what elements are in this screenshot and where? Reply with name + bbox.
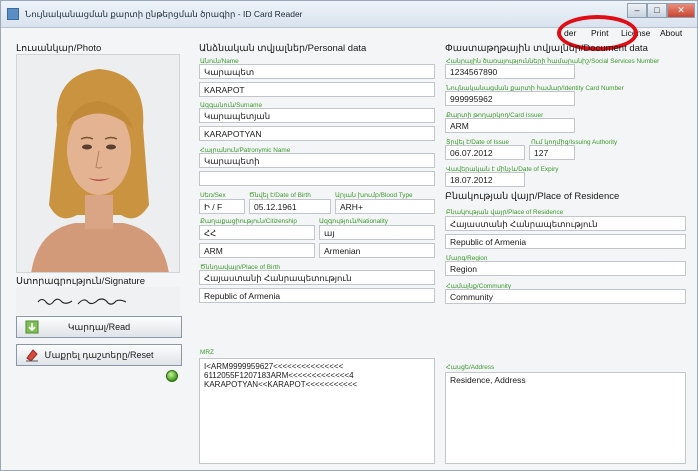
pob-lat-field[interactable]: Republic of Armenia [199, 288, 435, 303]
reset-button[interactable]: Մաքրել դաշտերը/Reset [16, 344, 182, 366]
place-label: Բնակության վայր/Place of Residence [446, 209, 564, 216]
mrz-field[interactable]: I<ARM9999959627<<<<<<<<<<<<<<< 6112055F1… [199, 358, 435, 464]
app-window: Նույնականացման քարտի ընթերցման ծրագիր - … [0, 0, 698, 471]
place-arm-field[interactable]: Հայաստանի Հանրապետություն [445, 216, 686, 231]
signature-label: Ստորագրություն/Signature [16, 276, 145, 287]
signature-area [16, 287, 180, 315]
status-ok-icon [166, 370, 178, 382]
close-button[interactable]: ✕ [667, 3, 695, 18]
app-icon [7, 8, 19, 20]
citizenship-lat-field[interactable]: ARM [199, 243, 315, 258]
portrait-photo [16, 54, 180, 273]
patronymic-arm-field[interactable]: Կարապետի [199, 153, 435, 168]
read-button-label: Կարդալ/Read [67, 322, 131, 332]
photo-title: Լուսանկար/Photo [16, 43, 102, 54]
eraser-icon [26, 349, 38, 362]
menu-about[interactable]: About [660, 28, 682, 38]
pob-arm-field[interactable]: Հայաստանի Հանրապետություն [199, 270, 435, 285]
minimize-button[interactable]: – [627, 3, 647, 18]
issuer-field[interactable]: ARM [445, 118, 575, 133]
dob-field[interactable]: 05.12.1961 [249, 199, 331, 214]
ssn-field[interactable]: 1234567890 [445, 64, 575, 79]
citizenship-label: Քաղաքացիություն/Citizenship [200, 218, 297, 225]
maximize-button[interactable]: □ [647, 3, 667, 18]
reset-button-label: Մաքրել դաշտերը/Reset [44, 350, 154, 360]
surname-arm-field[interactable]: Կարապետյան [199, 108, 435, 123]
sex-field[interactable]: Ի / F [199, 199, 245, 214]
nationality-arm-field[interactable]: այ [319, 225, 435, 240]
address-field[interactable]: Residence, Address [445, 372, 686, 464]
nationality-lat-field[interactable]: Armenian [319, 243, 435, 258]
idnum-field[interactable]: 999995962 [445, 91, 575, 106]
download-icon [25, 320, 39, 334]
sex-label: Սեռ/Sex [200, 192, 226, 199]
patronymic-lat-field[interactable] [199, 171, 435, 186]
authority-field[interactable]: 127 [529, 145, 575, 160]
personal-title: Անձնական տվյալներ/Personal data [199, 43, 367, 54]
read-button[interactable]: Կարդալ/Read [16, 316, 182, 338]
dob-label: Ծնվել է/Date of Birth [249, 192, 311, 199]
mrz-label: MRZ [200, 349, 214, 356]
issue-field[interactable]: 06.07.2012 [445, 145, 525, 160]
citizenship-arm-field[interactable]: ՀՀ [199, 225, 315, 240]
name-arm-field[interactable]: Կարապետ [199, 64, 435, 79]
name-lat-field[interactable]: KARAPOT [199, 82, 435, 97]
expiry-field[interactable]: 18.07.2012 [445, 172, 525, 187]
place-lat-field[interactable]: Republic of Armenia [445, 234, 686, 249]
community-field[interactable]: Community [445, 289, 686, 304]
region-field[interactable]: Region [445, 261, 686, 276]
residence-title: Բնակության վայր/Place of Residence [445, 191, 620, 202]
blood-label: Արյան խումբ/Blood Type [335, 192, 413, 199]
address-label: Հասցե/Address [446, 364, 495, 371]
nationality-label: Ազգություն/Nationality [319, 218, 388, 225]
surname-lat-field[interactable]: KARAPOTYAN [199, 126, 435, 141]
window-title: Նույնականացման քարտի ընթերցման ծրագիր - … [25, 9, 303, 19]
document-title: Փաստաթղթային տվյալներ/Document data [445, 43, 648, 54]
blood-field[interactable]: ARH+ [335, 199, 435, 214]
